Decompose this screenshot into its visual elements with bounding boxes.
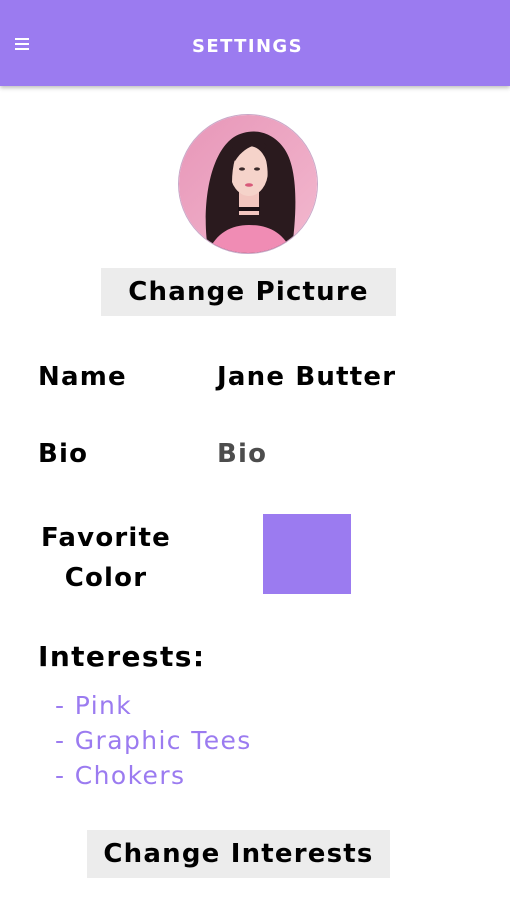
interests-list: - Pink - Graphic Tees - Chokers (55, 688, 252, 793)
page-title: SETTINGS (192, 36, 303, 57)
favorite-color-label-line2: Color (64, 563, 148, 593)
favorite-color-label-line1: Favorite (41, 523, 171, 553)
interest-item: - Pink (55, 691, 133, 720)
bio-value[interactable]: Bio (217, 439, 267, 469)
interest-item: - Chokers (55, 761, 186, 790)
change-interests-button[interactable]: Change Interests (87, 830, 390, 878)
name-label: Name (38, 362, 127, 392)
bio-label: Bio (38, 439, 89, 469)
favorite-color-swatch[interactable] (263, 514, 351, 594)
app-bar: SETTINGS (0, 0, 510, 86)
name-value[interactable]: Jane Butter (217, 362, 396, 392)
avatar (178, 114, 318, 254)
interests-heading: Interests: (38, 640, 206, 673)
change-picture-button[interactable]: Change Picture (101, 268, 396, 316)
favorite-color-label: Favorite Color (34, 518, 178, 598)
interest-item: - Graphic Tees (55, 726, 252, 755)
profile-photo (179, 115, 317, 253)
